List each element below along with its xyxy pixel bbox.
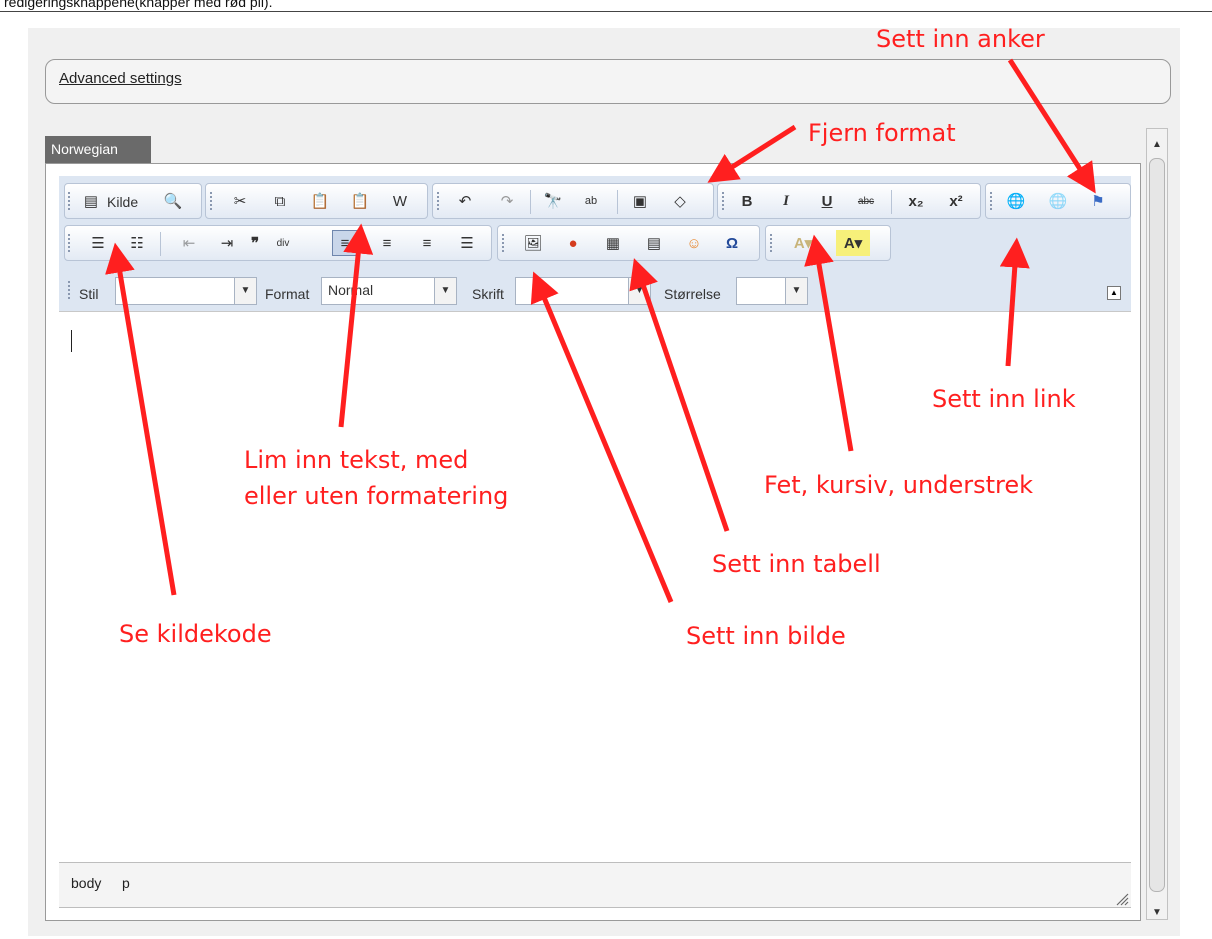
arrow-link — [999, 237, 1030, 367]
arrow-image — [530, 271, 674, 603]
arrow-remove-format — [707, 124, 797, 183]
page-root: redigeringsknappene(knapper med rød pil)… — [0, 0, 1212, 939]
arrow-source — [105, 242, 177, 596]
annotation-arrows — [105, 58, 1096, 603]
arrow-table — [629, 258, 730, 532]
arrow-bold-italic — [804, 234, 854, 452]
arrow-paste — [338, 223, 374, 428]
arrow-anchor — [1007, 58, 1096, 194]
